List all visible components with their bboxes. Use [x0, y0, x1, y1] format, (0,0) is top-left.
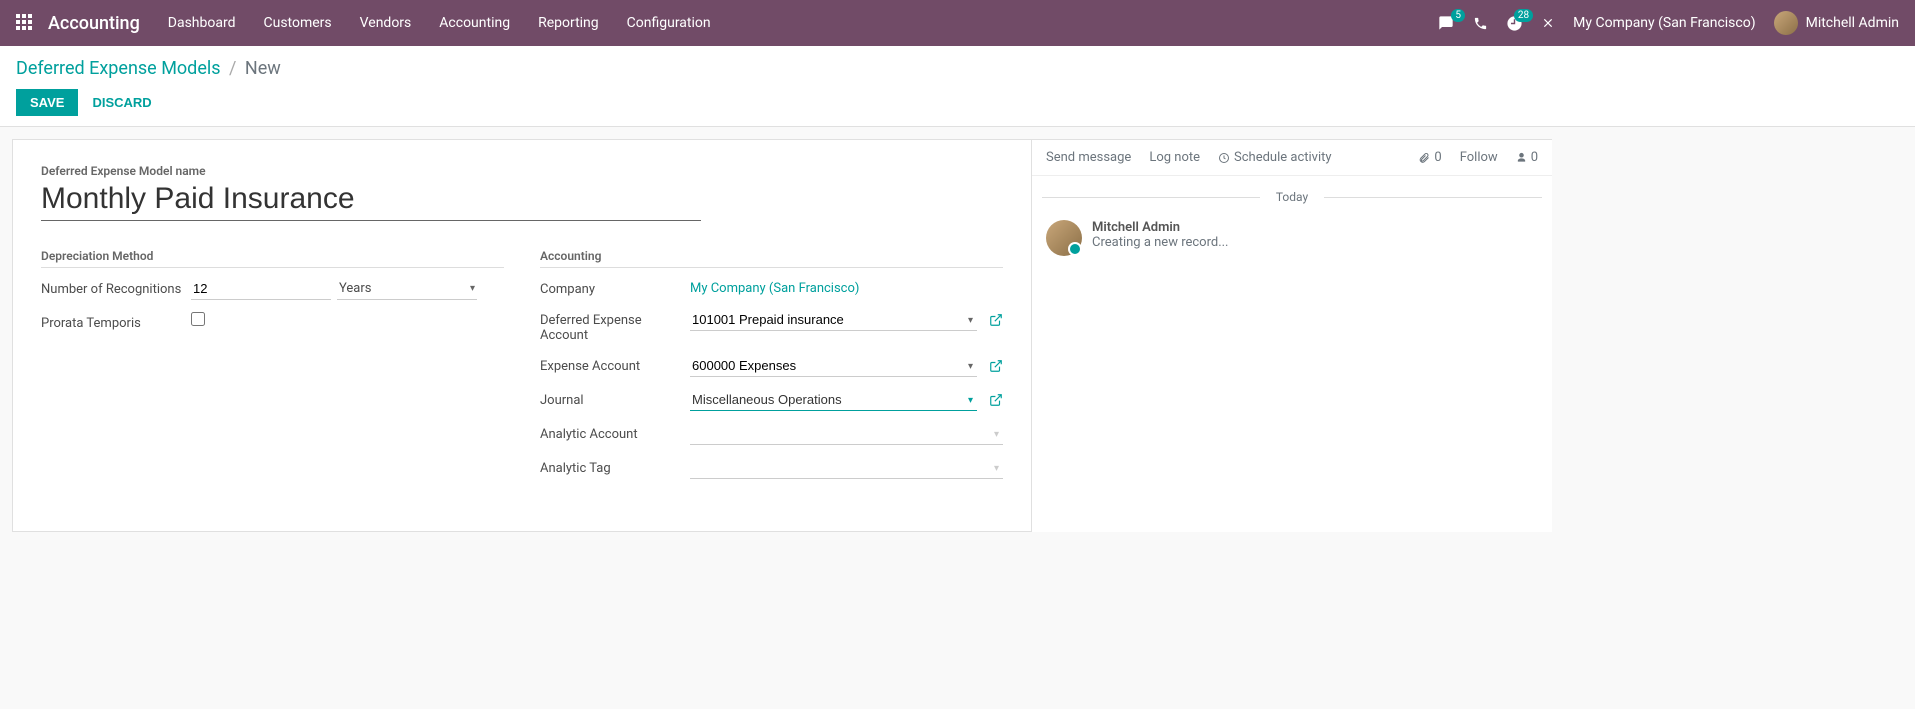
- label-journal: Journal: [540, 389, 690, 408]
- select-recognition-unit-value: Years: [339, 281, 371, 296]
- value-company[interactable]: My Company (San Francisco): [690, 278, 859, 296]
- app-brand[interactable]: Accounting: [48, 13, 140, 34]
- message-author: Mitchell Admin: [1092, 220, 1229, 235]
- input-expense-account[interactable]: [690, 355, 977, 377]
- message-text: Creating a new record...: [1092, 235, 1229, 250]
- discard-button[interactable]: Discard: [92, 95, 151, 110]
- user-name: Mitchell Admin: [1806, 15, 1899, 31]
- checkbox-prorata[interactable]: [191, 312, 205, 326]
- menu-customers[interactable]: Customers: [264, 15, 332, 31]
- followers-button[interactable]: 0: [1516, 150, 1538, 165]
- attachments-button[interactable]: 0: [1418, 150, 1441, 165]
- chatter-message: Mitchell Admin Creating a new record...: [1032, 214, 1552, 262]
- form-sheet: Deferred Expense Model name Depreciation…: [12, 139, 1032, 532]
- phone-icon[interactable]: [1473, 16, 1488, 31]
- activities-icon[interactable]: 28: [1506, 15, 1523, 32]
- menu-accounting[interactable]: Accounting: [439, 15, 510, 31]
- external-link-icon[interactable]: [989, 393, 1003, 407]
- activities-badge: 28: [1514, 9, 1533, 22]
- external-link-icon[interactable]: [989, 313, 1003, 327]
- chatter-panel: Send message Log note Schedule activity …: [1032, 139, 1552, 532]
- breadcrumb-current: New: [245, 58, 281, 79]
- send-message-button[interactable]: Send message: [1046, 150, 1131, 165]
- label-deferred-expense-account: Deferred Expense Account: [540, 309, 690, 343]
- clock-icon: [1218, 152, 1230, 164]
- menu-dashboard[interactable]: Dashboard: [168, 15, 236, 31]
- input-analytic-account[interactable]: [690, 423, 1003, 445]
- input-deferred-expense-account[interactable]: [690, 309, 977, 331]
- log-note-button[interactable]: Log note: [1149, 150, 1200, 165]
- label-prorata: Prorata Temporis: [41, 312, 191, 331]
- section-depreciation: Depreciation Method: [41, 249, 504, 268]
- messages-icon[interactable]: 5: [1437, 15, 1455, 31]
- breadcrumb-parent[interactable]: Deferred Expense Models: [16, 58, 221, 79]
- input-journal[interactable]: [690, 389, 977, 411]
- breadcrumb-sep: /: [229, 58, 236, 79]
- external-link-icon[interactable]: [989, 359, 1003, 373]
- label-company: Company: [540, 278, 690, 297]
- control-panel: Deferred Expense Models / New Save Disca…: [0, 46, 1915, 127]
- section-accounting: Accounting: [540, 249, 1003, 268]
- follow-button[interactable]: Follow: [1460, 150, 1498, 165]
- menu-vendors[interactable]: Vendors: [360, 15, 412, 31]
- paperclip-icon: [1418, 152, 1430, 164]
- label-analytic-tag: Analytic Tag: [540, 457, 690, 476]
- breadcrumb: Deferred Expense Models / New: [16, 58, 1899, 79]
- menu-configuration[interactable]: Configuration: [627, 15, 711, 31]
- caret-down-icon: ▾: [470, 283, 475, 294]
- label-analytic-account: Analytic Account: [540, 423, 690, 442]
- menu-reporting[interactable]: Reporting: [538, 15, 599, 31]
- schedule-activity-button[interactable]: Schedule activity: [1218, 150, 1332, 165]
- user-menu[interactable]: Mitchell Admin: [1774, 11, 1899, 35]
- chatter-date-separator: Today: [1032, 190, 1552, 204]
- label-num-recognitions: Number of Recognitions: [41, 278, 191, 297]
- messages-badge: 5: [1451, 9, 1465, 22]
- user-icon: [1516, 152, 1527, 163]
- top-navbar: Accounting Dashboard Customers Vendors A…: [0, 0, 1915, 46]
- main-menu: Dashboard Customers Vendors Accounting R…: [168, 15, 711, 31]
- debug-close-icon[interactable]: [1541, 16, 1555, 30]
- user-avatar-icon: [1774, 11, 1798, 35]
- select-recognition-unit[interactable]: Years ▾: [337, 278, 477, 300]
- input-analytic-tag[interactable]: [690, 457, 1003, 479]
- title-input[interactable]: [41, 180, 701, 221]
- company-switcher[interactable]: My Company (San Francisco): [1573, 15, 1755, 31]
- message-avatar-icon: [1046, 220, 1082, 256]
- label-expense-account: Expense Account: [540, 355, 690, 374]
- apps-icon[interactable]: [16, 14, 34, 32]
- title-label: Deferred Expense Model name: [41, 164, 1003, 178]
- input-num-recognitions[interactable]: [191, 278, 331, 300]
- save-button[interactable]: Save: [16, 89, 78, 116]
